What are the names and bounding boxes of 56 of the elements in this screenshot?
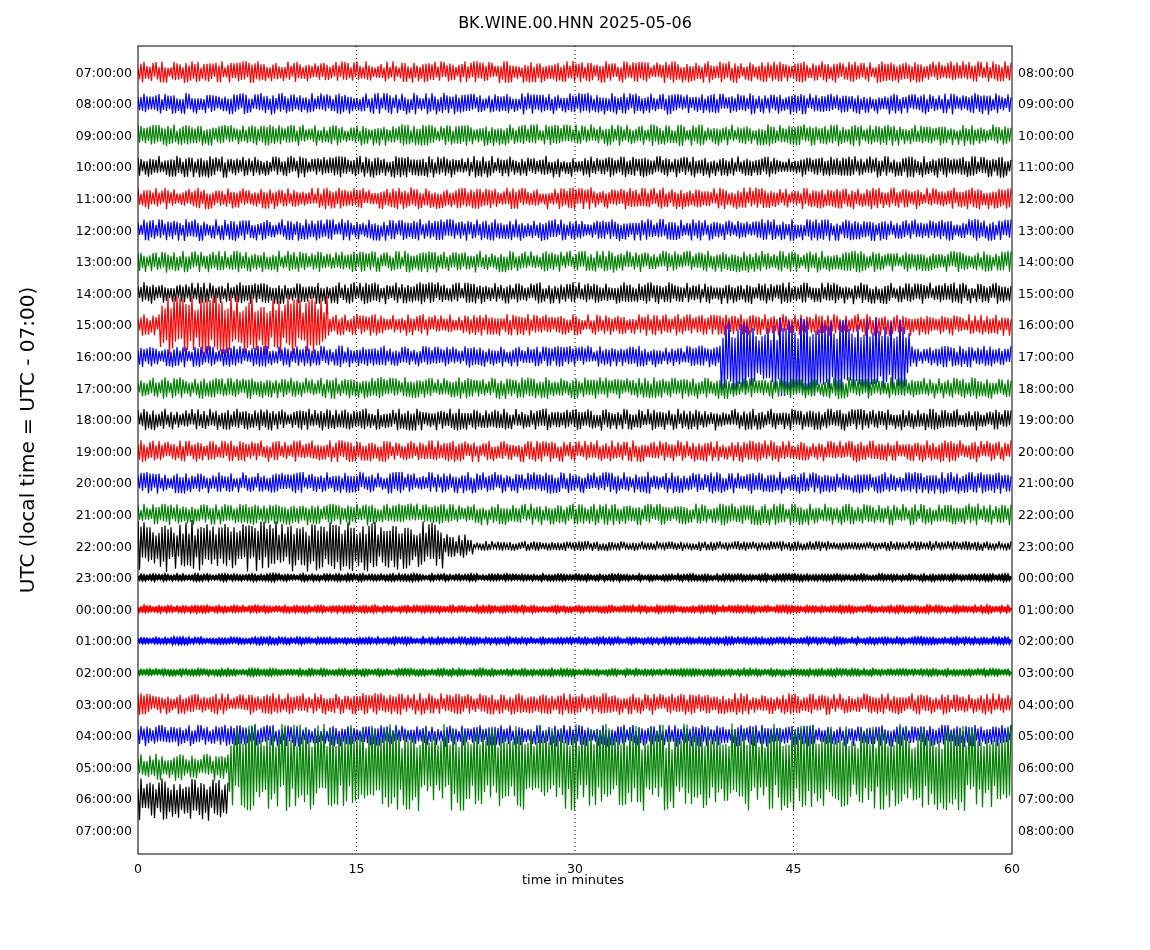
tick-label: 21:00:00 bbox=[1018, 475, 1075, 491]
tick-label: 00:00:00 bbox=[75, 601, 132, 617]
tick-label: 02:00:00 bbox=[1018, 633, 1075, 649]
tick-label: 04:00:00 bbox=[1018, 696, 1075, 712]
tick-label: 12:00:00 bbox=[75, 222, 132, 238]
tick-label: 10:00:00 bbox=[75, 159, 132, 175]
tick-label: 21:00:00 bbox=[75, 506, 132, 522]
tick-label: 10:00:00 bbox=[1018, 127, 1075, 143]
tick-label: 16:00:00 bbox=[1018, 317, 1075, 333]
tick-label: 22:00:00 bbox=[1018, 506, 1075, 522]
tick-label: 16:00:00 bbox=[75, 348, 132, 364]
tick-label: 17:00:00 bbox=[1018, 348, 1075, 364]
tick-label: 05:00:00 bbox=[75, 759, 132, 775]
tick-label: 14:00:00 bbox=[75, 285, 132, 301]
tick-label: 22:00:00 bbox=[75, 538, 132, 554]
tick-label: 19:00:00 bbox=[75, 443, 132, 459]
tick-label: 06:00:00 bbox=[1018, 759, 1075, 775]
tick-label: 23:00:00 bbox=[1018, 538, 1075, 554]
tick-label: 01:00:00 bbox=[75, 633, 132, 649]
tick-label: 15:00:00 bbox=[1018, 285, 1075, 301]
chart-title: BK.WINE.00.HNN 2025-05-06 bbox=[458, 12, 692, 32]
tick-label: 12:00:00 bbox=[1018, 190, 1075, 206]
tick-label: 04:00:00 bbox=[75, 728, 132, 744]
tick-label: 03:00:00 bbox=[1018, 664, 1075, 680]
tick-label: 20:00:00 bbox=[75, 475, 132, 491]
tick-label: 01:00:00 bbox=[1018, 601, 1075, 617]
tick-label: 08:00:00 bbox=[1018, 64, 1075, 80]
tick-label: 23:00:00 bbox=[75, 570, 132, 586]
tick-label: 18:00:00 bbox=[1018, 380, 1075, 396]
tick-label: 06:00:00 bbox=[75, 791, 132, 807]
tick-label: 45 bbox=[785, 861, 802, 876]
tick-label: 19:00:00 bbox=[1018, 412, 1075, 428]
tick-label: 02:00:00 bbox=[75, 664, 132, 680]
tick-label: 00:00:00 bbox=[1018, 570, 1075, 586]
tick-label: 05:00:00 bbox=[1018, 728, 1075, 744]
tick-label: 09:00:00 bbox=[1018, 96, 1075, 112]
tick-label: 15:00:00 bbox=[75, 317, 132, 333]
tick-label: 15 bbox=[348, 861, 365, 876]
tick-label: 09:00:00 bbox=[75, 127, 132, 143]
tick-label: 60 bbox=[1004, 861, 1020, 876]
tick-label: 07:00:00 bbox=[75, 822, 132, 838]
tick-label: 07:00:00 bbox=[1018, 791, 1075, 807]
tick-label: 11:00:00 bbox=[75, 190, 132, 206]
tick-label: 0 bbox=[134, 861, 142, 876]
tick-label: 11:00:00 bbox=[1018, 159, 1075, 175]
y-axis-label: UTC (local time = UTC - 07:00) bbox=[15, 286, 39, 594]
tick-label: 14:00:00 bbox=[1018, 254, 1075, 270]
tick-label: 08:00:00 bbox=[1018, 822, 1075, 838]
tick-label: 03:00:00 bbox=[75, 696, 132, 712]
tick-label: 13:00:00 bbox=[75, 254, 132, 270]
tick-label: 13:00:00 bbox=[1018, 222, 1075, 238]
tick-label: 18:00:00 bbox=[75, 412, 132, 428]
tick-label: 17:00:00 bbox=[75, 380, 132, 396]
tick-label: 08:00:00 bbox=[75, 96, 132, 112]
tick-label: 20:00:00 bbox=[1018, 443, 1075, 459]
tick-label: 07:00:00 bbox=[75, 64, 132, 80]
